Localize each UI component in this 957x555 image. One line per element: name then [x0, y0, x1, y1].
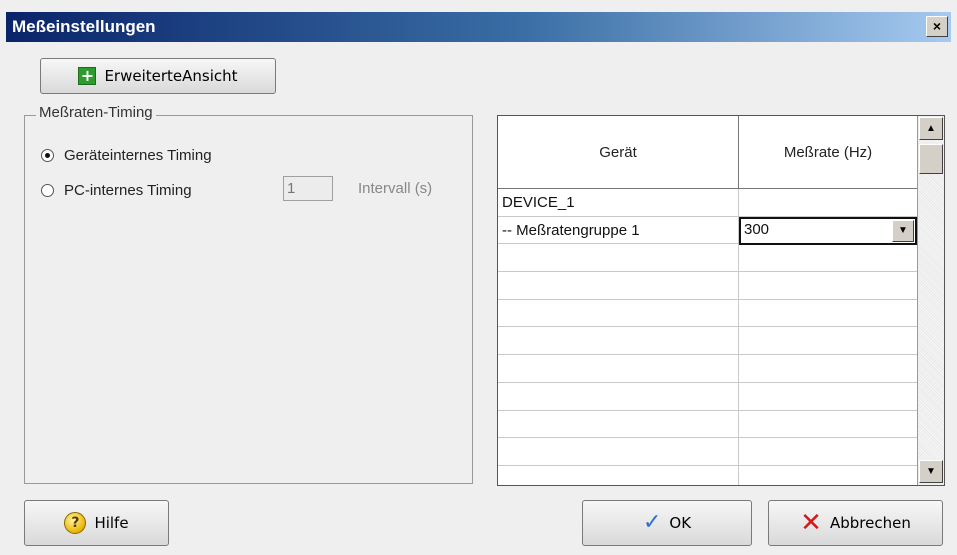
table-row[interactable]	[498, 410, 917, 439]
cell-rate	[739, 438, 917, 465]
measurement-rate-grid: Gerät Meßrate (Hz) DEVICE_1 -- Meßratengr…	[497, 115, 945, 486]
table-row[interactable]	[498, 382, 917, 411]
timing-group-title: Meßraten-Timing	[36, 104, 156, 121]
help-label: Hilfe	[94, 514, 129, 532]
help-button[interactable]: ? Hilfe	[24, 500, 169, 546]
radio-pc-timing-label: PC-internes Timing	[64, 182, 192, 199]
table-row[interactable]	[498, 465, 917, 485]
cell-device	[498, 382, 739, 410]
grid-header: Gerät Meßrate (Hz)	[498, 116, 917, 189]
checkmark-icon: ✓	[642, 510, 662, 535]
interval-input[interactable]: 1	[283, 176, 333, 201]
column-header-device[interactable]: Gerät	[498, 116, 739, 188]
table-row[interactable]	[498, 244, 917, 273]
cell-rate: 300 ▼	[739, 216, 917, 245]
radio-device-timing-label: Geräteinternes Timing	[64, 147, 212, 164]
ok-label: OK	[669, 514, 692, 532]
cell-rate	[739, 300, 917, 327]
close-icon: ×	[932, 18, 942, 34]
extended-view-label: ErweiterteAnsicht	[104, 67, 238, 85]
ok-button[interactable]: ✓ OK	[582, 500, 752, 546]
chevron-down-icon[interactable]: ▼	[892, 219, 914, 242]
dialog-window: Meßeinstellungen × + ErweiterteAnsicht M…	[0, 0, 957, 555]
extended-view-button[interactable]: + ErweiterteAnsicht	[40, 58, 276, 94]
vertical-scrollbar[interactable]: ▲ ▼	[917, 116, 944, 485]
cell-device	[498, 410, 739, 438]
table-row[interactable]	[498, 327, 917, 356]
scroll-down-icon[interactable]: ▼	[919, 460, 943, 483]
cell-device	[498, 438, 739, 465]
table-row[interactable]	[498, 355, 917, 383]
cell-device: DEVICE_1	[498, 189, 739, 216]
radio-device-timing-indicator[interactable]	[41, 149, 54, 162]
rate-dropdown[interactable]: 300 ▼	[739, 216, 917, 245]
table-row[interactable]	[498, 299, 917, 328]
close-button[interactable]: ×	[926, 16, 948, 37]
table-row[interactable]	[498, 438, 917, 466]
cell-device	[498, 465, 739, 485]
plus-icon: +	[78, 67, 97, 85]
timing-groupbox	[24, 115, 473, 484]
cell-rate	[739, 411, 917, 438]
table-row[interactable]	[498, 272, 917, 300]
cancel-x-icon: ✕	[800, 508, 822, 538]
cell-device	[498, 272, 739, 299]
cell-rate	[739, 466, 917, 485]
grid-rows: DEVICE_1 -- Meßratengruppe 1 300 ▼	[498, 189, 917, 485]
scroll-thumb[interactable]	[919, 144, 943, 174]
column-header-rate[interactable]: Meßrate (Hz)	[739, 116, 917, 188]
cell-rate	[739, 189, 917, 216]
cell-rate	[739, 355, 917, 382]
cancel-label: Abbrechen	[829, 514, 911, 532]
rate-value: 300	[744, 220, 770, 238]
radio-device-timing[interactable]: Geräteinternes Timing	[41, 147, 212, 164]
dialog-title: Meßeinstellungen	[12, 17, 156, 36]
cell-rate	[739, 244, 917, 271]
help-icon: ?	[64, 512, 87, 534]
table-row[interactable]: DEVICE_1	[498, 189, 917, 217]
interval-label: Intervall (s)	[358, 180, 433, 197]
cell-device: -- Meßratengruppe 1	[498, 216, 739, 244]
cell-rate	[739, 272, 917, 299]
title-bar: Meßeinstellungen ×	[6, 12, 951, 42]
radio-pc-timing[interactable]: PC-internes Timing	[41, 182, 192, 199]
cancel-button[interactable]: ✕ Abbrechen	[768, 500, 943, 546]
cell-device	[498, 327, 739, 355]
scroll-up-icon[interactable]: ▲	[919, 117, 943, 140]
cell-rate	[739, 383, 917, 410]
cell-device	[498, 244, 739, 272]
table-row[interactable]: -- Meßratengruppe 1 300 ▼	[498, 216, 917, 245]
cell-rate	[739, 327, 917, 354]
radio-pc-timing-indicator[interactable]	[41, 184, 54, 197]
cell-device	[498, 299, 739, 327]
cell-device	[498, 355, 739, 382]
